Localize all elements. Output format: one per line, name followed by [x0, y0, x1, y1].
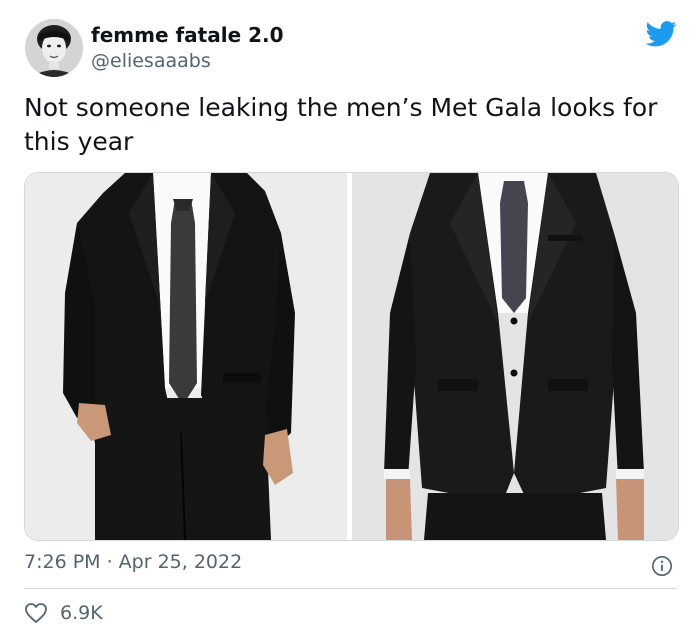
- info-icon[interactable]: [651, 555, 673, 577]
- divider: [24, 588, 677, 589]
- twitter-bird-icon[interactable]: [645, 18, 677, 50]
- user-handle[interactable]: @eliesaaabs: [91, 50, 211, 72]
- suit-photo-left[interactable]: [25, 173, 347, 540]
- like-count: 6.9K: [60, 602, 103, 624]
- avatar[interactable]: [25, 19, 83, 77]
- tweet-text: Not someone leaking the men’s Met Gala l…: [24, 93, 658, 156]
- like-button[interactable]: 6.9K: [24, 600, 103, 626]
- display-name[interactable]: femme fatale 2.0: [91, 23, 284, 47]
- avatar-image: [25, 19, 83, 77]
- heart-icon: [25, 603, 47, 623]
- tweet-media[interactable]: [24, 172, 679, 541]
- suit-photo-right[interactable]: [352, 173, 678, 540]
- tweet-timestamp[interactable]: 7:26 PM · Apr 25, 2022: [24, 551, 242, 573]
